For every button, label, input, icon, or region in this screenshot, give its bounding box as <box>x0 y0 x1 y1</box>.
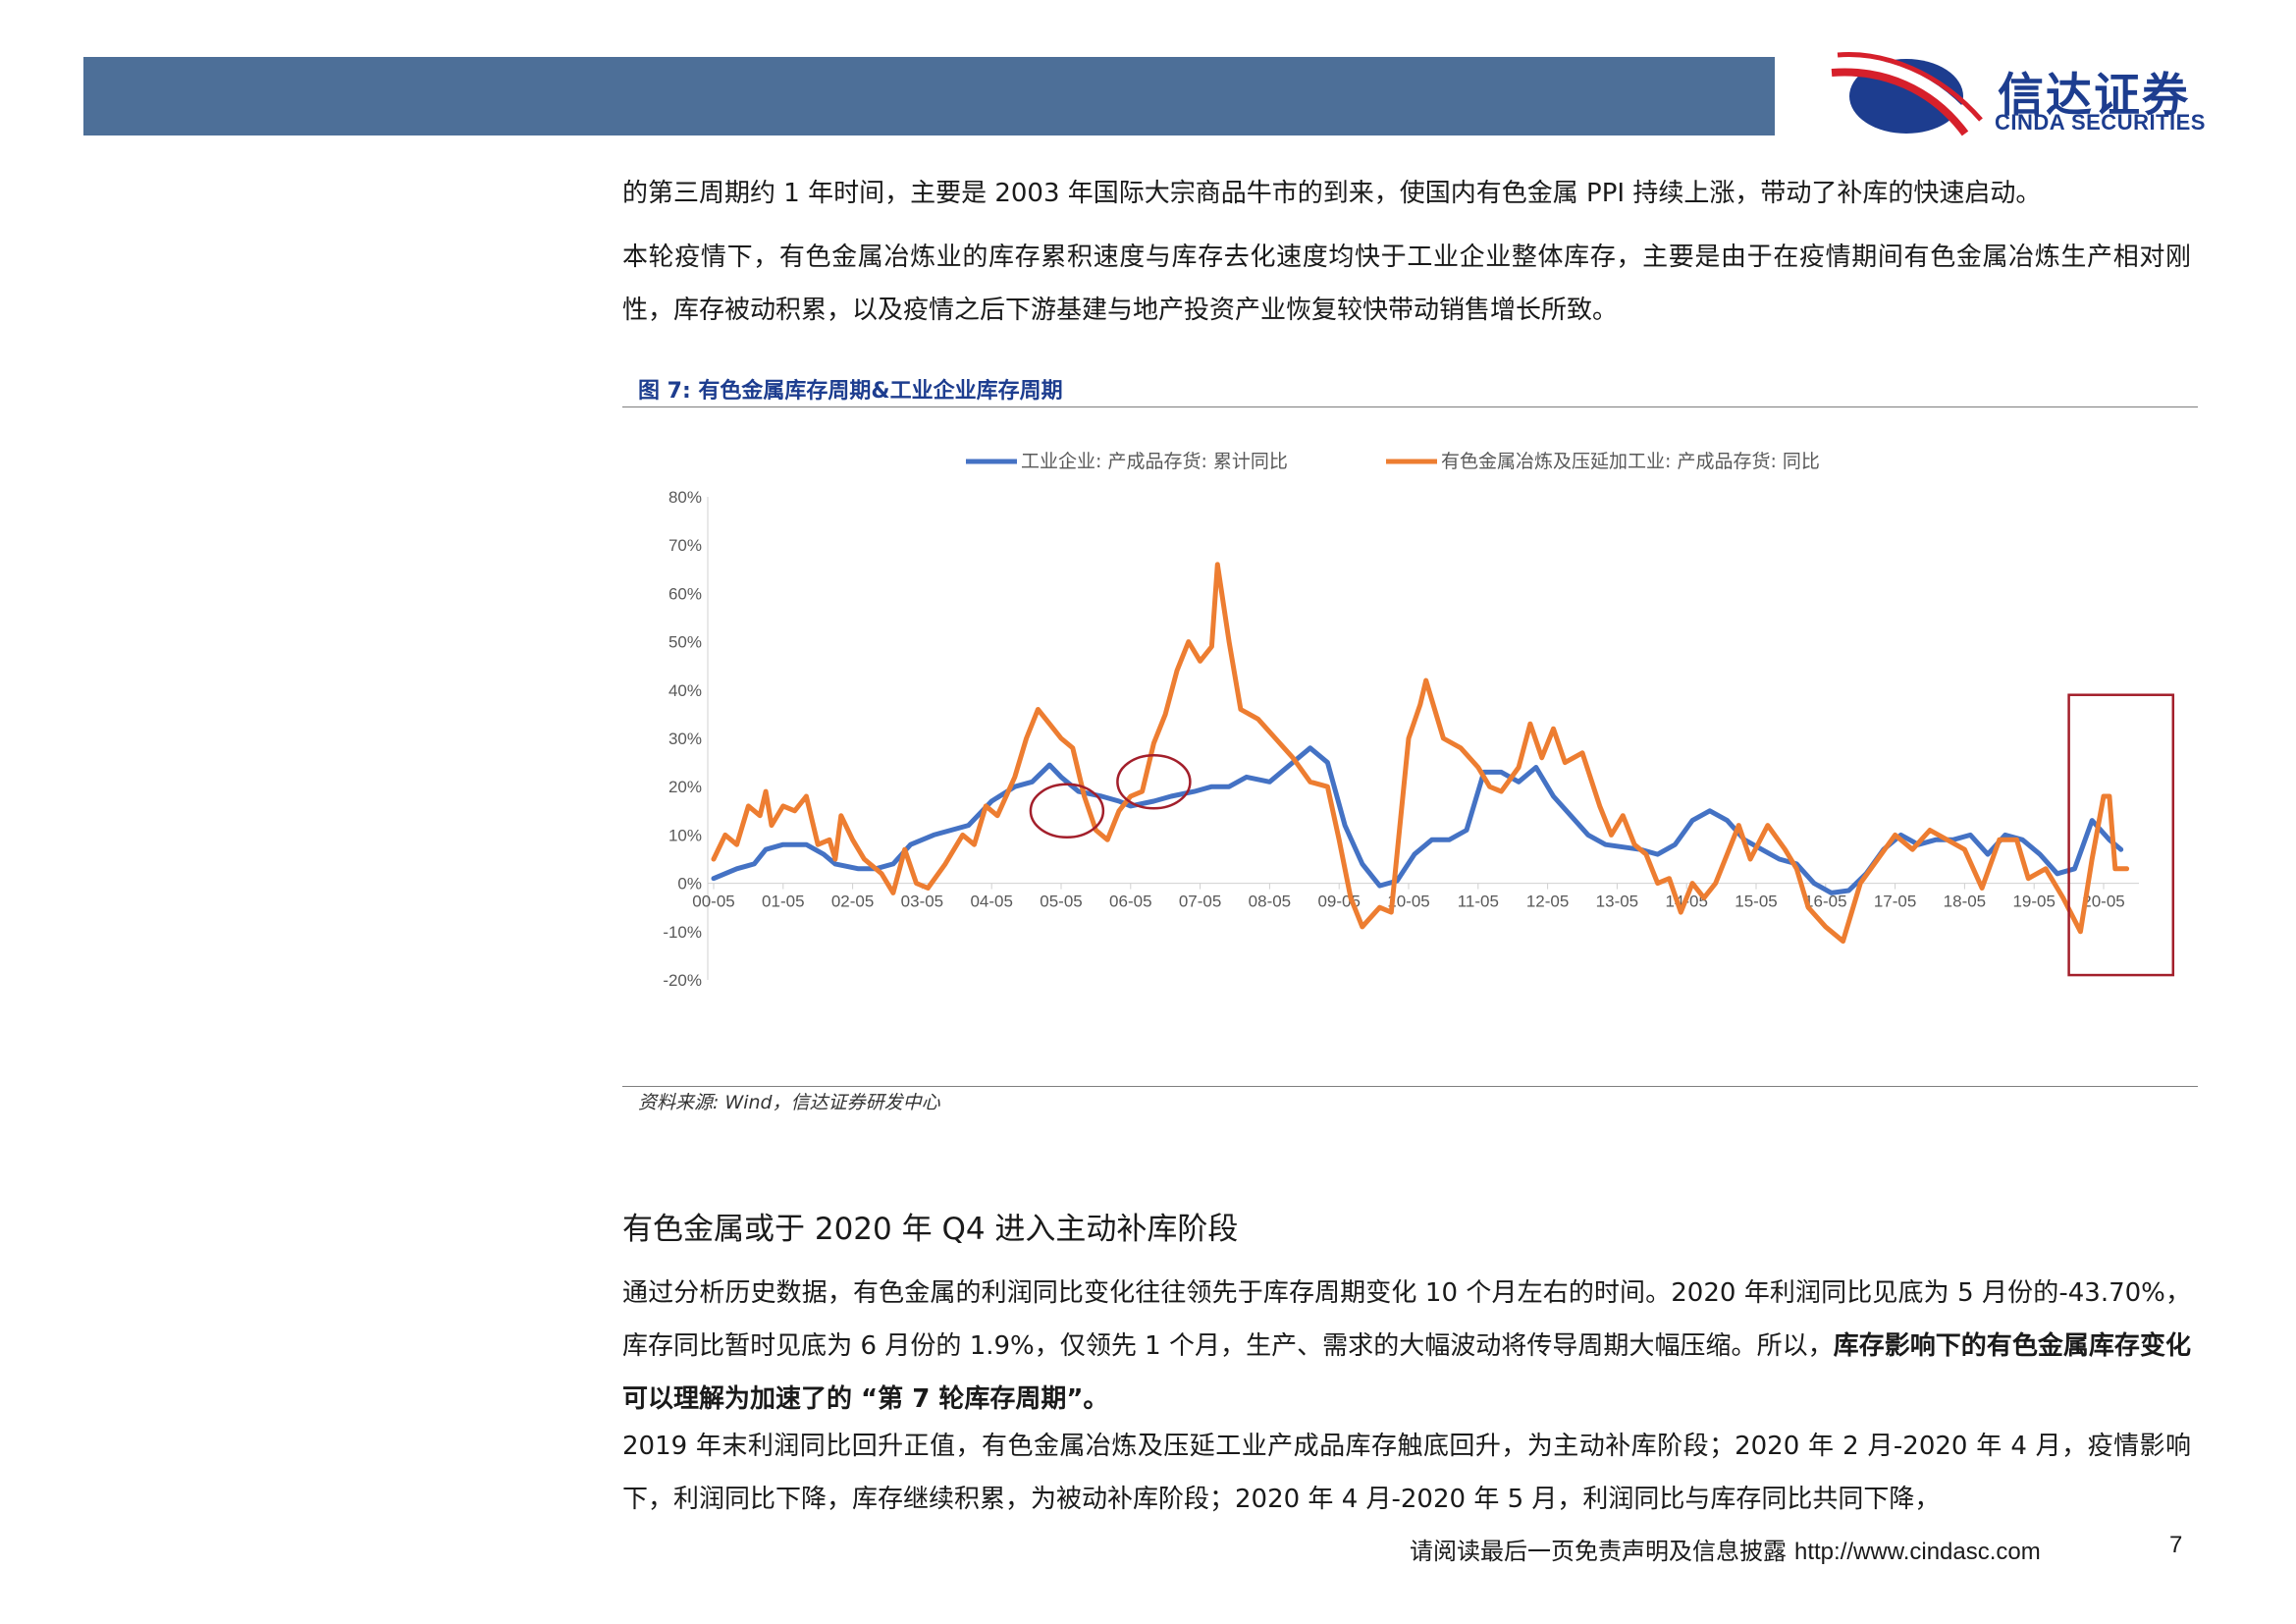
x-tick-label: 06-05 <box>1109 893 1151 911</box>
y-tick-label: 20% <box>668 778 702 796</box>
figure-bottom-rule <box>622 1086 2198 1087</box>
paragraph-2: 本轮疫情下，有色金属冶炼业的库存累积速度与库存去化速度均快于工业企业整体库存，主… <box>622 243 2191 325</box>
y-tick-label: -20% <box>663 971 702 990</box>
series-line-1 <box>711 745 2124 895</box>
figure-source: 资料来源: Wind，信达证券研发中心 <box>638 1092 940 1113</box>
y-tick-label: 70% <box>668 536 702 555</box>
figure-title: 图 7: 有色金属库存周期&工业企业库存周期 <box>638 379 1063 404</box>
line-chart: 80% 70% 60% 50% 40% 30% 20% 10% 0% -10% -20% 00-05 0… <box>663 451 2175 990</box>
x-tick-label: 07-05 <box>1179 893 1221 911</box>
paragraph-4: 2019 年末利润同比回升正值，有色金属冶炼及压延工业产成品库存触底回升，为主动… <box>622 1432 2191 1514</box>
y-tick-label: 80% <box>668 488 702 507</box>
legend-label-2: 有色金属冶炼及压延加工业: 产成品存货: 同比 <box>1441 451 1820 472</box>
cinda-swoosh-icon <box>1831 52 1983 136</box>
legend-label-1: 工业企业: 产成品存货: 累计同比 <box>1021 451 1288 472</box>
header-bar <box>83 57 1775 135</box>
x-tick-label: 05-05 <box>1040 893 1082 911</box>
footer-disclaimer-text: 请阅读最后一页免责声明及信息披露 <box>1410 1538 1787 1565</box>
x-tick-label: 03-05 <box>901 893 943 911</box>
x-tick-label: 18-05 <box>1944 893 1986 911</box>
x-tick-label: 01-05 <box>762 893 804 911</box>
paragraph-3: 通过分析历史数据，有色金属的利润同比变化往往领先于库存周期变化 10 个月左右的… <box>622 1267 2191 1426</box>
y-tick-label: 10% <box>668 826 702 844</box>
x-tick-label: 04-05 <box>970 893 1012 911</box>
y-tick-label: 30% <box>668 730 702 748</box>
page-number: 7 <box>2169 1532 2183 1558</box>
y-tick-label: 0% <box>677 875 702 893</box>
x-tick-label: 17-05 <box>1874 893 1916 911</box>
figure-top-rule <box>622 406 2198 407</box>
y-tick-label: 60% <box>668 584 702 603</box>
y-tick-label: 50% <box>668 633 702 652</box>
cinda-logo: 信达证券 CINDA SECURITIES <box>1826 51 2238 139</box>
x-tick-label: 12-05 <box>1526 893 1569 911</box>
footer-url[interactable]: http://www.cindasc.com <box>1794 1539 2041 1565</box>
x-tick-label: 08-05 <box>1249 893 1291 911</box>
section-heading: 有色金属或于 2020 年 Q4 进入主动补库阶段 <box>622 1212 1239 1247</box>
x-tick-label: 02-05 <box>831 893 874 911</box>
x-tick-label: 13-05 <box>1596 893 1638 911</box>
y-tick-label: -10% <box>663 923 702 942</box>
paragraph-1: 的第三周期约 1 年时间，主要是 2003 年国际大宗商品牛市的到来，使国内有色… <box>622 179 2042 208</box>
series-line-2 <box>711 562 2130 945</box>
x-tick-label: 00-05 <box>692 893 734 911</box>
logo-english-name: CINDA SECURITIES <box>1995 110 2206 135</box>
footer-disclaimer: 请阅读最后一页免责声明及信息披露 http://www.cindasc.com <box>1410 1532 2041 1566</box>
x-tick-label: 15-05 <box>1735 893 1777 911</box>
y-tick-label: 40% <box>668 681 702 700</box>
x-tick-label: 11-05 <box>1458 893 1499 911</box>
x-tick-label: 19-05 <box>2012 893 2055 911</box>
annotation-circle-1 <box>1029 783 1105 839</box>
